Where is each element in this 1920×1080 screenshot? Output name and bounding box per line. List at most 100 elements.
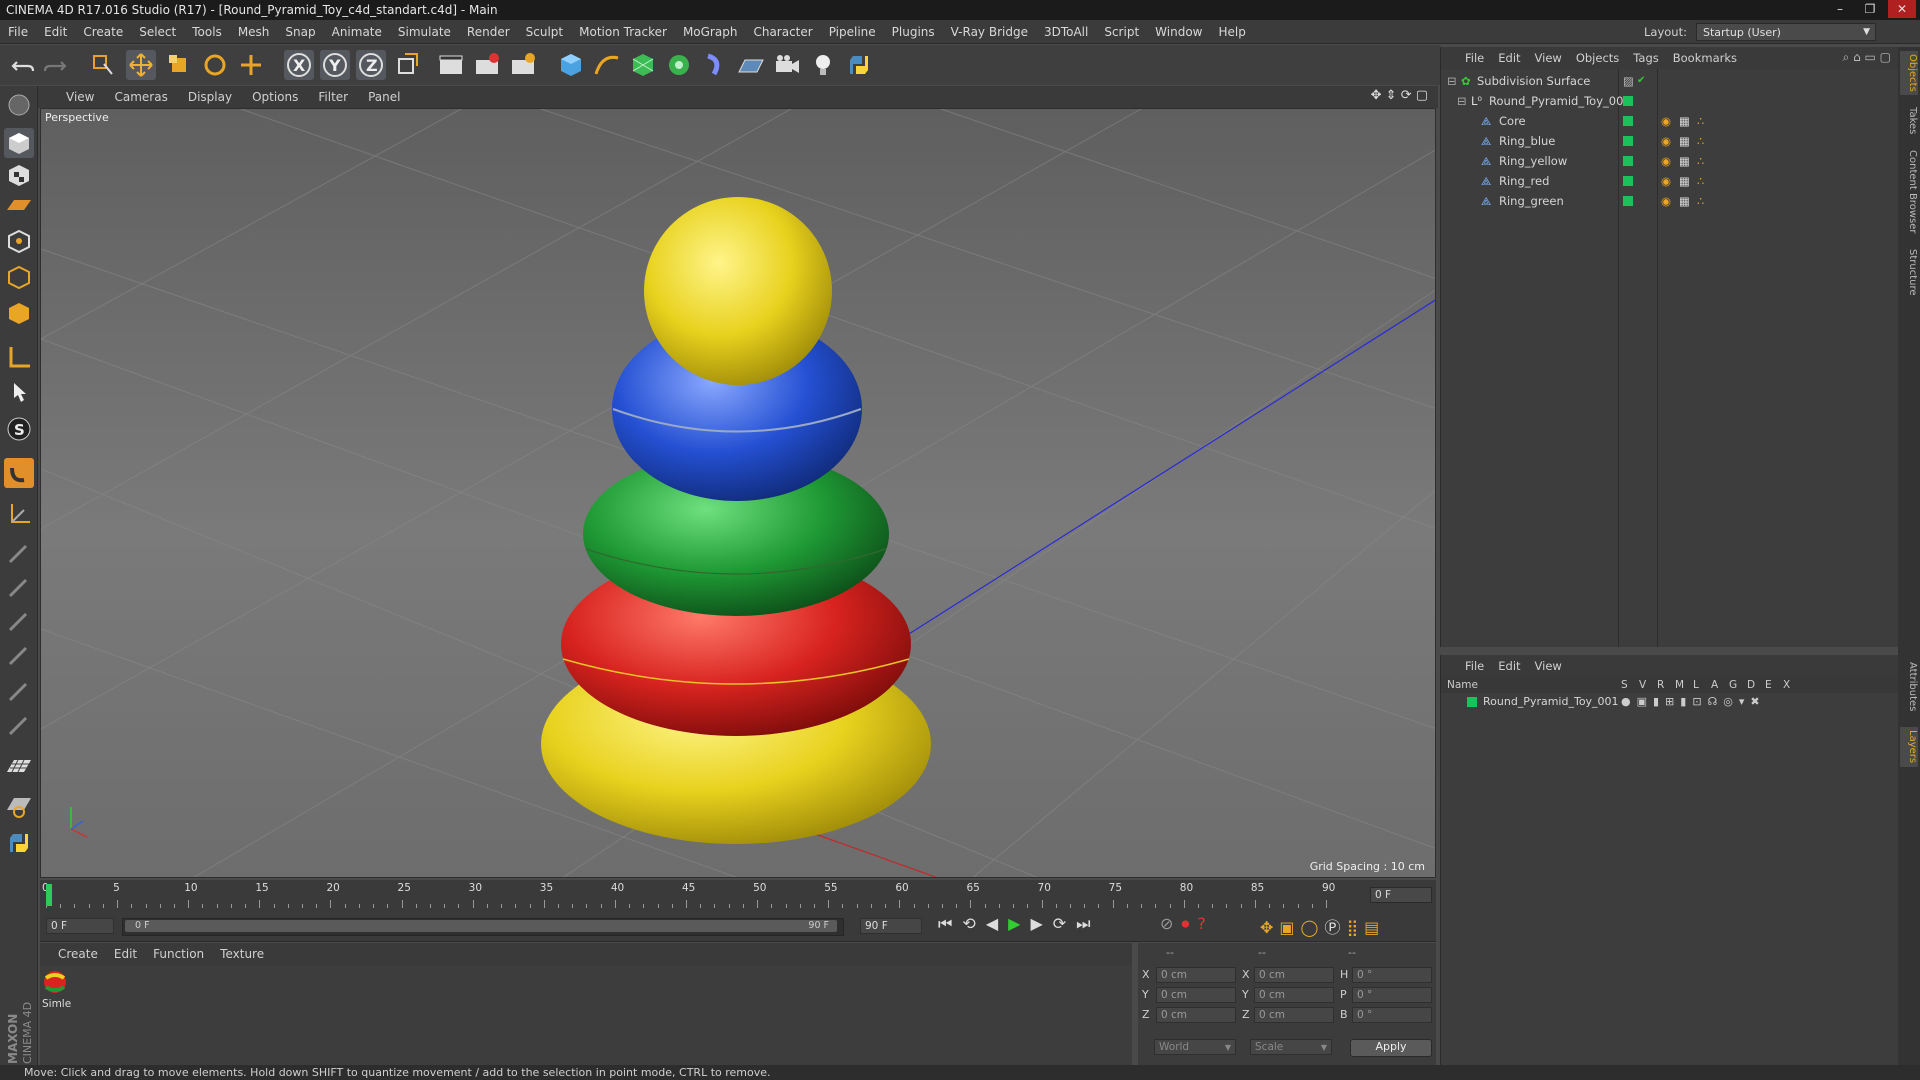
step-forward-icon[interactable]: ▶ [1030, 914, 1052, 933]
keyframe-icon[interactable]: ⊘ [1160, 914, 1181, 933]
obj-menu-objects[interactable]: Objects [1569, 47, 1626, 69]
add-cube-button[interactable] [556, 50, 586, 80]
current-frame-field[interactable]: 0 F [1370, 887, 1432, 903]
apply-button[interactable]: Apply [1350, 1039, 1432, 1057]
menu-render[interactable]: Render [459, 20, 518, 44]
workplane-tool-button[interactable] [4, 790, 34, 820]
selection-tag-icon[interactable]: ∴ [1697, 191, 1704, 211]
x-axis-button[interactable]: X [284, 50, 314, 80]
live-selection-button[interactable] [88, 50, 118, 80]
pos-y-field[interactable]: 0 cm [1156, 987, 1236, 1003]
add-floor-button[interactable] [736, 50, 766, 80]
minimize-icon[interactable]: – [1826, 0, 1854, 18]
layer-menu-edit[interactable]: Edit [1491, 655, 1527, 677]
viewport-menu-filter[interactable]: Filter [308, 86, 358, 108]
viewport-menu-view[interactable]: View [38, 86, 104, 108]
viewport-menu-options[interactable]: Options [242, 86, 308, 108]
polygons-mode-button[interactable] [4, 298, 34, 328]
object-row-pyramid[interactable]: ⊟ L⁰ Round_Pyramid_Toy_001 [1441, 91, 1899, 111]
texture-tag-icon[interactable]: ▦ [1679, 191, 1690, 211]
model-mode-button[interactable] [4, 90, 34, 120]
redo-button[interactable] [40, 50, 70, 80]
menu-sculpt[interactable]: Sculpt [518, 20, 571, 44]
rotation-key-icon[interactable]: ◯ [1301, 918, 1325, 937]
selection-tag-icon[interactable]: ∴ [1697, 111, 1704, 131]
menu-plugins[interactable]: Plugins [884, 20, 943, 44]
search-icon[interactable]: ⌕ ⌂ ▭ ▢ [1843, 50, 1891, 65]
range-slider-handle[interactable]: 0 F 90 F [125, 920, 837, 932]
obj-menu-file[interactable]: File [1441, 47, 1491, 69]
points-mode-button[interactable] [4, 226, 34, 256]
axis-mode-button[interactable] [4, 342, 34, 372]
viewport-menu-display[interactable]: Display [178, 86, 242, 108]
texture-tag-icon[interactable]: ▦ [1679, 131, 1690, 151]
auto-key-icon[interactable]: ? [1197, 914, 1214, 933]
texture-tag-icon[interactable]: ▦ [1679, 171, 1690, 191]
parameter-key-icon[interactable]: Ⓟ [1324, 918, 1346, 937]
start-frame-field[interactable]: 0 F [46, 918, 114, 934]
brush-tool-2[interactable] [4, 572, 34, 602]
tab-structure[interactable]: Structure [1900, 245, 1918, 299]
layer-color-swatch[interactable] [1623, 136, 1633, 146]
selection-tag-icon[interactable]: ∴ [1697, 131, 1704, 151]
rot-b-field[interactable]: 0 ° [1352, 1007, 1432, 1023]
add-light-button[interactable] [808, 50, 838, 80]
tab-takes[interactable]: Takes [1900, 103, 1918, 139]
menu-animate[interactable]: Animate [324, 20, 390, 44]
brush-tool-3[interactable] [4, 606, 34, 636]
close-icon[interactable]: ✕ [1888, 0, 1916, 18]
workplane-mode-button[interactable] [4, 190, 34, 220]
edit-icon[interactable]: ▨ [1623, 71, 1634, 91]
position-key-icon[interactable]: ✥ [1260, 918, 1279, 937]
material-tag-icon[interactable]: ◉ [1661, 131, 1671, 151]
menu-tools[interactable]: Tools [184, 20, 230, 44]
menu-edit[interactable]: Edit [36, 20, 75, 44]
frame-range-slider[interactable]: 0 F 90 F [122, 918, 844, 936]
viewport-nav-icons[interactable]: ✥ ⇕ ⟳ ▢ [1371, 88, 1428, 103]
selection-tag-icon[interactable]: ∴ [1697, 171, 1704, 191]
add-deformer-button[interactable] [700, 50, 730, 80]
record-icon[interactable]: ⏺ [1181, 914, 1197, 933]
layout-dropdown[interactable]: Startup (User) ▼ [1696, 23, 1876, 41]
viewport-menu-cameras[interactable]: Cameras [104, 86, 177, 108]
layer-color-swatch[interactable] [1623, 176, 1633, 186]
obj-menu-bookmarks[interactable]: Bookmarks [1666, 47, 1744, 69]
menu-select[interactable]: Select [131, 20, 184, 44]
layer-color-swatch[interactable] [1623, 156, 1633, 166]
menu-help[interactable]: Help [1210, 20, 1253, 44]
edges-mode-button[interactable] [4, 262, 34, 292]
object-row-core[interactable]: ⟁ Core ◉ ▦ ∴ [1441, 111, 1899, 131]
layer-color-swatch[interactable] [1623, 116, 1633, 126]
add-mograph-button[interactable] [664, 50, 694, 80]
material-tag-icon[interactable]: ◉ [1661, 151, 1671, 171]
tweak-mode-button[interactable] [4, 378, 34, 408]
selection-tag-icon[interactable]: ∴ [1697, 151, 1704, 171]
3d-viewport[interactable]: Perspective Grid Spacing: 10 cm [40, 108, 1436, 878]
menu-window[interactable]: Window [1147, 20, 1210, 44]
python-tool-button[interactable] [4, 828, 34, 858]
layer-color-swatch[interactable] [1467, 697, 1477, 707]
brush-tool-6[interactable] [4, 710, 34, 740]
object-mode-button[interactable] [4, 128, 34, 158]
pos-x-field[interactable]: 0 cm [1156, 967, 1236, 983]
menu-vray-bridge[interactable]: V-Ray Bridge [943, 20, 1036, 44]
material-swatch[interactable]: Simle [42, 969, 72, 1013]
render-to-picture-viewer-button[interactable] [472, 50, 502, 80]
go-to-end-icon[interactable]: ⏭ [1076, 914, 1100, 933]
material-menu-edit[interactable]: Edit [106, 943, 145, 965]
python-button[interactable] [844, 50, 874, 80]
brush-tool-1[interactable] [4, 538, 34, 568]
object-row-subdivision[interactable]: ⊟ ✿ Subdivision Surface ▨ ✔ [1441, 71, 1899, 91]
coord-mode-dropdown[interactable]: World ▼ [1154, 1039, 1236, 1055]
texture-tag-icon[interactable]: ▦ [1679, 111, 1690, 131]
timeline-window-icon[interactable]: ▤ [1364, 918, 1385, 937]
size-mode-dropdown[interactable]: Scale ▼ [1250, 1039, 1332, 1055]
layer-color-swatch[interactable] [1623, 96, 1633, 106]
material-tag-icon[interactable]: ◉ [1661, 171, 1671, 191]
rot-p-field[interactable]: 0 ° [1352, 987, 1432, 1003]
texture-tag-icon[interactable]: ▦ [1679, 151, 1690, 171]
playhead[interactable] [46, 884, 52, 906]
render-view-button[interactable] [436, 50, 466, 80]
menu-mograph[interactable]: MoGraph [675, 20, 746, 44]
record-cycle-icon[interactable]: ⟲ [962, 914, 985, 933]
